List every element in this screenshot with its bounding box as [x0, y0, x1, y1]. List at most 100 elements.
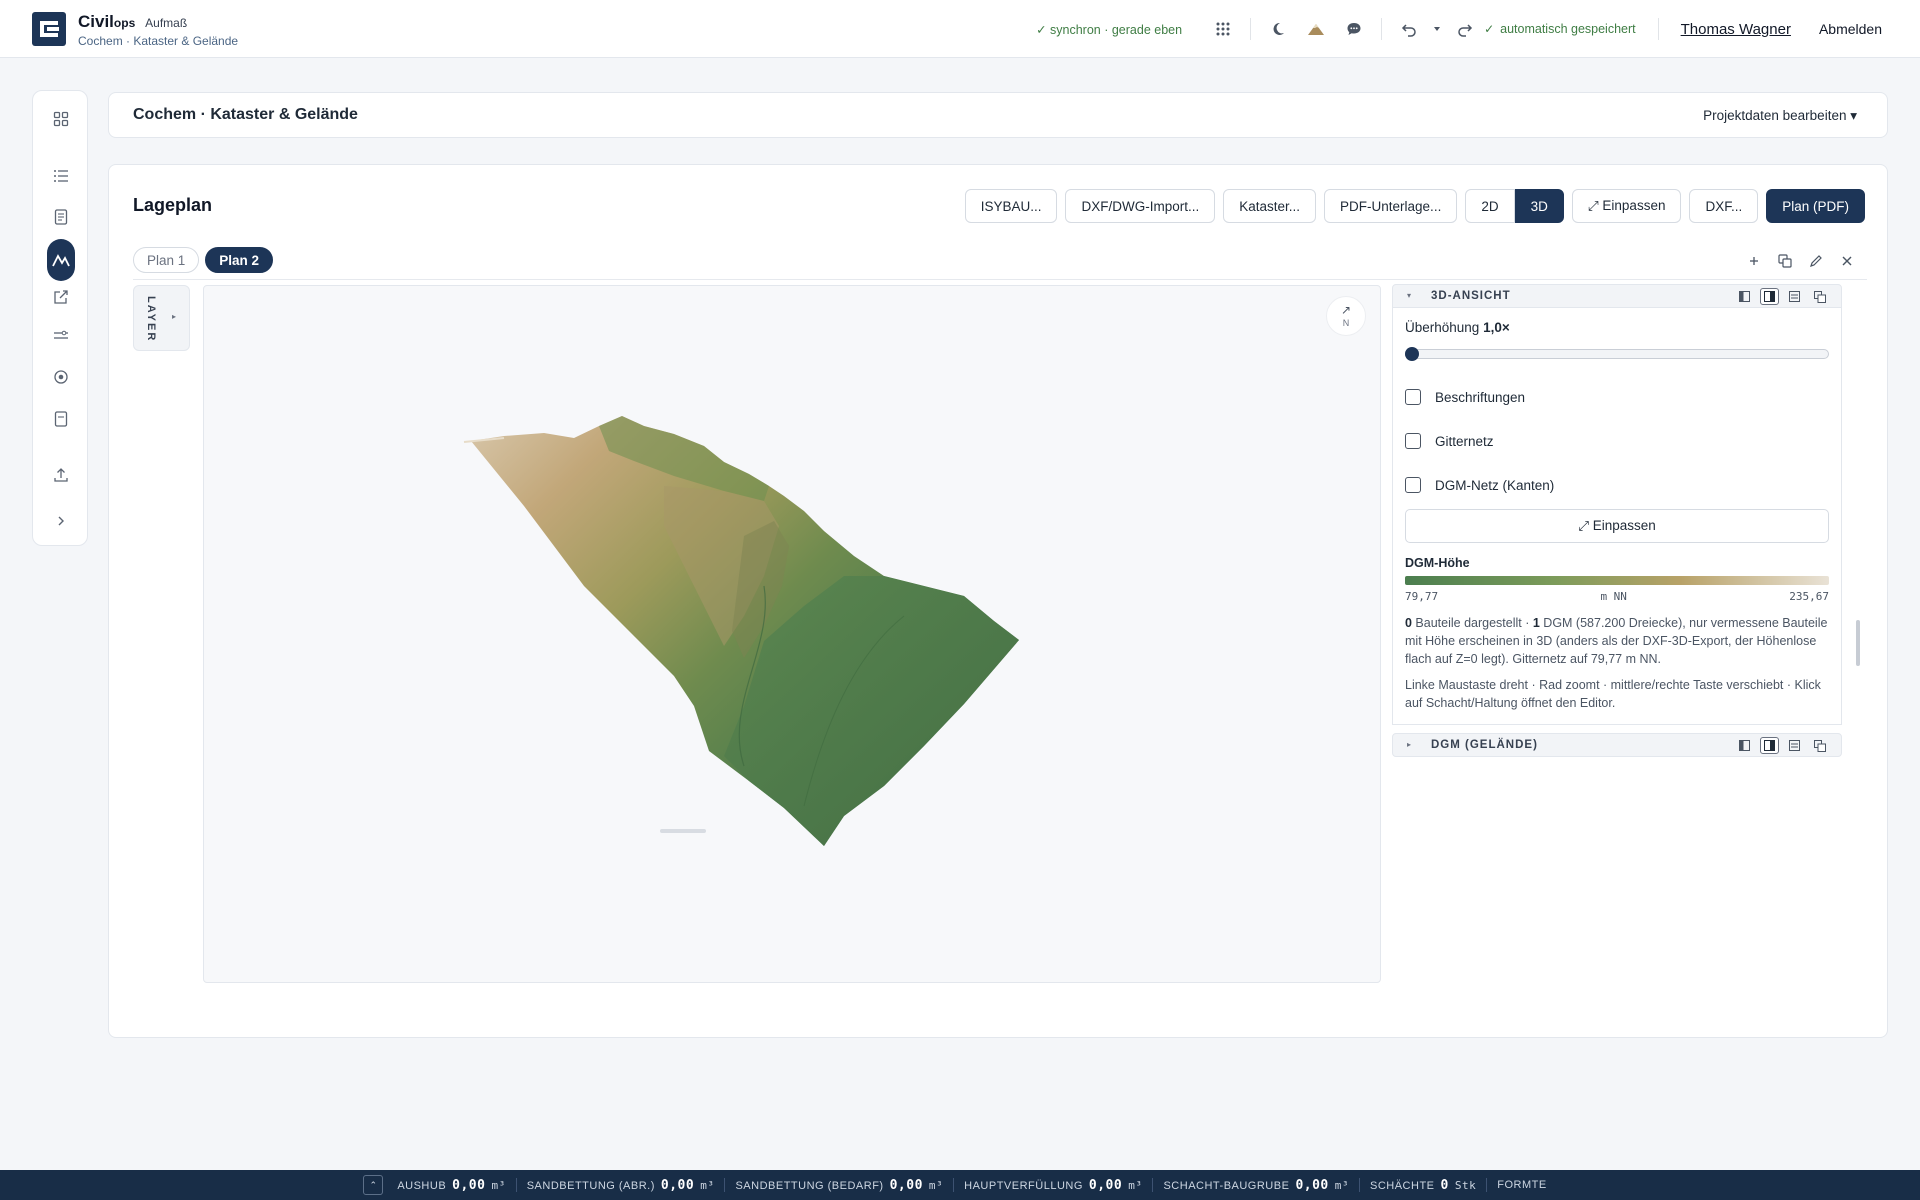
- sliders-icon[interactable]: [47, 321, 75, 349]
- chat-bubble-icon[interactable]: [1343, 18, 1365, 40]
- exaggeration-slider[interactable]: [1405, 347, 1829, 361]
- project-edit-menu[interactable]: Projektdaten bearbeiten ▾: [1703, 108, 1857, 124]
- status-formteile: FORMTE: [1497, 1179, 1547, 1191]
- checkbox-grid[interactable]: Gitternetz: [1405, 419, 1829, 463]
- tab-actions: [1733, 251, 1857, 271]
- panel-scrollbar[interactable]: [1856, 620, 1860, 666]
- isybau-button[interactable]: ISYBAU...: [964, 189, 1058, 223]
- logout-button[interactable]: Abmelden: [1819, 21, 1882, 37]
- list-icon[interactable]: [47, 162, 75, 190]
- checkbox-dgm-mesh-box[interactable]: [1405, 477, 1421, 493]
- compass-north-button[interactable]: ↗ N: [1326, 296, 1366, 336]
- dock-bottom-icon[interactable]: [1785, 288, 1804, 305]
- expand-chevron-icon[interactable]: [47, 507, 75, 535]
- status-hauptverfuellung: HAUPTVERFÜLLUNG 0,00 m³: [964, 1177, 1143, 1193]
- controls-hint: Linke Maustaste dreht · Rad zoomt · mitt…: [1405, 678, 1821, 710]
- legend-ticks: 79,77 m NN 235,67: [1405, 590, 1829, 603]
- report-icon[interactable]: [47, 405, 75, 433]
- side-rail: [32, 90, 88, 546]
- dashboard-grid-icon[interactable]: [47, 105, 75, 133]
- external-link-icon[interactable]: [47, 283, 75, 311]
- user-name[interactable]: Thomas Wagner: [1681, 21, 1791, 38]
- project-subtitle: Cochem · Kataster & Gelände: [78, 34, 239, 48]
- tab-plan-2[interactable]: Plan 2: [205, 247, 274, 273]
- panel-title-dgm: DGM (GELÄNDE): [1431, 739, 1538, 751]
- panel-fit-button[interactable]: ⤢ Einpassen: [1405, 509, 1829, 543]
- dgm-dock-controls: [1729, 737, 1829, 754]
- pdf-underlay-button[interactable]: PDF-Unterlage...: [1324, 189, 1458, 223]
- checkbox-labels[interactable]: Beschriftungen: [1405, 375, 1829, 419]
- terrain-plan-icon[interactable]: [47, 239, 75, 281]
- checkbox-labels-box[interactable]: [1405, 389, 1421, 405]
- status-schacht-baugrube: SCHACHT-BAUGRUBE 0,00 m³: [1163, 1177, 1349, 1193]
- view-2d-button[interactable]: 2D: [1465, 189, 1515, 223]
- dark-mode-moon-icon[interactable]: [1267, 18, 1289, 40]
- 3d-viewport[interactable]: ↗ N: [203, 285, 1381, 983]
- checkbox-grid-label: Gitternetz: [1435, 433, 1494, 449]
- status-aushub: AUSHUB 0,00 m³: [397, 1177, 506, 1193]
- terrain-mountain-icon[interactable]: [1305, 18, 1327, 40]
- brand: Civilops Aufmaß Cochem · Kataster & Gelä…: [78, 12, 238, 48]
- close-plan-icon[interactable]: [1837, 251, 1857, 271]
- document-icon[interactable]: [47, 203, 75, 231]
- legend-title: DGM-Höhe: [1405, 556, 1470, 570]
- plan-pdf-button[interactable]: Plan (PDF): [1766, 189, 1865, 223]
- sync-status: ✓ synchron · gerade eben: [1036, 22, 1183, 37]
- info-text-1: Bauteile dargestellt ·: [1411, 616, 1533, 630]
- checkbox-grid-box[interactable]: [1405, 433, 1421, 449]
- dock-left-icon[interactable]: [1735, 288, 1754, 305]
- popout-icon[interactable]: [1810, 737, 1829, 754]
- rename-pencil-icon[interactable]: [1806, 251, 1826, 271]
- collapse-arrow-icon: ▾: [1407, 291, 1412, 300]
- dxf-export-button[interactable]: DXF...: [1689, 189, 1759, 223]
- history-dropdown-icon[interactable]: [1432, 18, 1442, 40]
- kataster-button[interactable]: Kataster...: [1223, 189, 1317, 223]
- popout-icon[interactable]: [1810, 288, 1829, 305]
- dock-left-icon[interactable]: [1735, 737, 1754, 754]
- legend-max: 235,67: [1789, 590, 1829, 603]
- view-3d-button[interactable]: 3D: [1514, 189, 1564, 223]
- duplicate-plan-icon[interactable]: [1775, 251, 1795, 271]
- quantity-status-bar: ⌃ AUSHUB 0,00 m³ SANDBETTUNG (ABR.) 0,00 m³ …: [0, 1170, 1920, 1200]
- check-icon: ✓: [1484, 22, 1495, 36]
- project-title: Cochem · Kataster & Gelände: [133, 106, 358, 123]
- side-panel: ▾ 3D-ANSICHT Überhöhung 1,0× Beschriftun…: [1392, 284, 1842, 757]
- checkbox-labels-label: Beschriftungen: [1435, 389, 1526, 405]
- brand-name: Civil: [78, 12, 114, 31]
- tab-plan-1[interactable]: Plan 1: [133, 247, 200, 273]
- upload-icon[interactable]: [47, 461, 75, 489]
- viewport-resize-handle[interactable]: [660, 829, 706, 833]
- panel-dock-controls: [1729, 288, 1829, 305]
- slider-knob[interactable]: [1405, 347, 1419, 361]
- add-plan-icon[interactable]: [1744, 251, 1764, 271]
- status-sandbettung-bedarf: SANDBETTUNG (BEDARF) 0,00 m³: [735, 1177, 944, 1193]
- checkbox-dgm-mesh-label: DGM-Netz (Kanten): [1435, 477, 1555, 493]
- dock-right-icon[interactable]: [1760, 737, 1779, 754]
- apps-grid-icon[interactable]: [1212, 18, 1234, 40]
- layer-drawer-toggle[interactable]: LAYER ▸: [133, 285, 190, 351]
- redo-icon[interactable]: [1454, 18, 1476, 40]
- undo-icon[interactable]: [1398, 18, 1420, 40]
- module-name: Aufmaß: [145, 16, 188, 30]
- civilops-logo[interactable]: [32, 12, 66, 46]
- dxf-dwg-import-button[interactable]: DXF/DWG-Import...: [1065, 189, 1216, 223]
- terrain-3d-model[interactable]: [204, 286, 1381, 983]
- dock-right-icon[interactable]: [1760, 288, 1779, 305]
- layer-label: LAYER: [145, 296, 157, 343]
- panel-header-dgm[interactable]: ▸ DGM (GELÄNDE): [1392, 733, 1842, 757]
- checkbox-dgm-mesh[interactable]: DGM-Netz (Kanten): [1405, 463, 1829, 507]
- compass-label: N: [1342, 318, 1350, 328]
- target-icon[interactable]: [47, 363, 75, 391]
- statusbar-expand-icon[interactable]: ⌃: [363, 1175, 384, 1195]
- fit-view-button[interactable]: ⤢ Einpassen: [1571, 189, 1682, 223]
- project-header: Cochem · Kataster & Gelände Projektdaten…: [108, 92, 1888, 138]
- top-actions: ✓ synchron · gerade eben ✓ automatisch g…: [1036, 0, 1882, 58]
- legend-min: 79,77: [1405, 590, 1439, 603]
- dgm-count: 1: [1532, 616, 1540, 630]
- panel-title-3d: 3D-ANSICHT: [1431, 290, 1511, 302]
- brand-suffix: ops: [113, 16, 136, 30]
- panel-header-3d[interactable]: ▾ 3D-ANSICHT: [1392, 284, 1842, 308]
- dock-bottom-icon[interactable]: [1785, 737, 1804, 754]
- plan-tabs: Plan 1 Plan 2: [133, 247, 279, 273]
- elevation-color-bar: [1405, 576, 1829, 585]
